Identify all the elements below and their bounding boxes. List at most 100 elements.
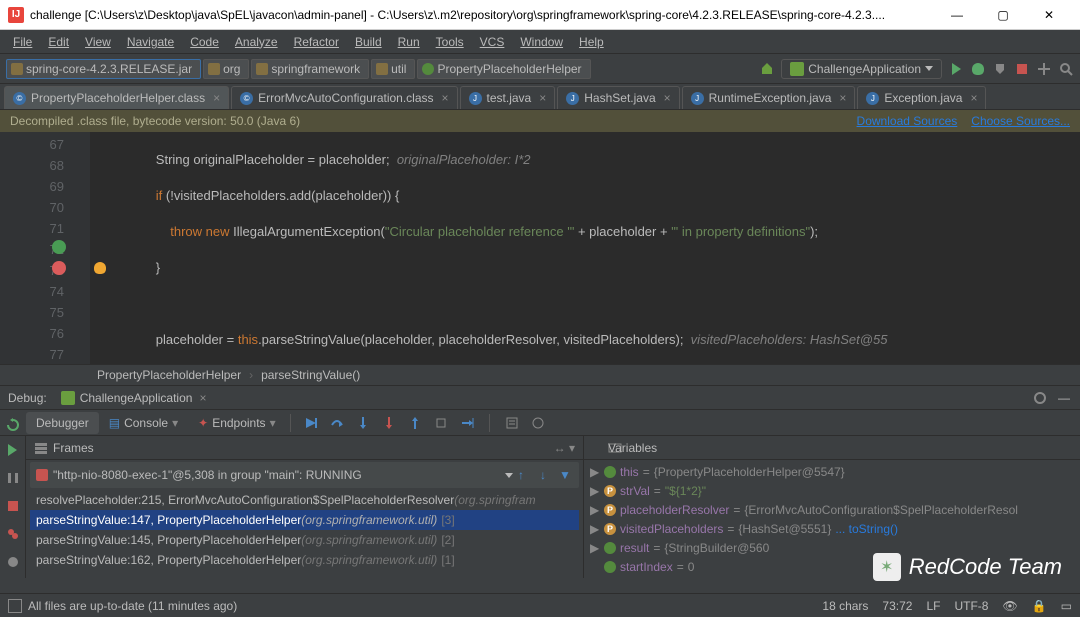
resume-mark-icon[interactable]: [52, 240, 66, 254]
inspect-icon[interactable]: 👁: [1002, 599, 1017, 613]
tab-test[interactable]: Jtest.java×: [460, 86, 556, 109]
debugger-tab[interactable]: Debugger: [26, 412, 99, 434]
view-breakpoints-icon[interactable]: [5, 526, 21, 542]
tab-exception[interactable]: JException.java×: [857, 86, 986, 109]
choose-sources-link[interactable]: Choose Sources...: [971, 114, 1070, 128]
step-into-icon[interactable]: [355, 415, 371, 431]
stack-frame[interactable]: parseStringValue:147, PropertyPlaceholde…: [30, 510, 579, 530]
run-config-select[interactable]: ChallengeApplication: [781, 59, 942, 79]
crumb-class[interactable]: PropertyPlaceholderHelper: [417, 59, 590, 79]
prev-frame-icon[interactable]: ↑: [513, 467, 529, 483]
menu-edit[interactable]: Edit: [41, 33, 76, 51]
menu-navigate[interactable]: Navigate: [120, 33, 181, 51]
stack-frame[interactable]: parseStringValue:162, PropertyPlaceholde…: [30, 550, 579, 570]
git-icon[interactable]: [1036, 61, 1052, 77]
line-ending[interactable]: LF: [926, 599, 940, 613]
tab-close-icon[interactable]: ×: [539, 91, 546, 105]
main-menu: File Edit View Navigate Code Analyze Ref…: [0, 30, 1080, 54]
menu-refactor[interactable]: Refactor: [287, 33, 346, 51]
variable-row[interactable]: ▶PvisitedPlaceholders = {HashSet@5551} .…: [590, 519, 1074, 538]
step-over-icon[interactable]: [329, 415, 345, 431]
menu-file[interactable]: File: [6, 33, 39, 51]
endpoints-tab[interactable]: ✦Endpoints▾: [188, 412, 285, 434]
tab-errormvc[interactable]: ©ErrorMvcAutoConfiguration.class×: [231, 86, 457, 109]
intention-bulb-icon[interactable]: [94, 262, 106, 274]
minimize-panel-icon[interactable]: —: [1056, 390, 1072, 406]
minimize-button[interactable]: —: [934, 0, 980, 30]
coverage-button[interactable]: [992, 61, 1008, 77]
crumb-method[interactable]: parseStringValue(): [261, 368, 360, 382]
stop-icon[interactable]: [5, 498, 21, 514]
code-editor[interactable]: 67 68 69 70 71 72 73 74 75 76 77 String …: [0, 132, 1080, 364]
tab-runtimeexception[interactable]: JRuntimeException.java×: [682, 86, 856, 109]
gutter[interactable]: 67 68 69 70 71 72 73 74 75 76 77: [0, 132, 90, 364]
variable-row[interactable]: ▶PplaceholderResolver = {ErrorMvcAutoCon…: [590, 500, 1074, 519]
tab-close-icon[interactable]: ×: [442, 91, 449, 105]
tab-close-icon[interactable]: ×: [839, 91, 846, 105]
force-step-into-icon[interactable]: [381, 415, 397, 431]
crumb-pkg-util[interactable]: util: [371, 59, 415, 79]
frames-header: Frames ↔ ▾: [26, 436, 583, 460]
run-button[interactable]: [948, 61, 964, 77]
variable-row[interactable]: ▶PstrVal = "${1*2}": [590, 481, 1074, 500]
memory-icon[interactable]: ▭: [1061, 599, 1072, 613]
menu-window[interactable]: Window: [513, 33, 570, 51]
run-to-cursor-icon[interactable]: [459, 415, 475, 431]
crumb-class2[interactable]: PropertyPlaceholderHelper: [97, 368, 241, 382]
debug-session-tab[interactable]: ChallengeApplication ×: [55, 389, 213, 407]
menu-view[interactable]: View: [78, 33, 118, 51]
stack-frames-list[interactable]: resolvePlaceholder:215, ErrorMvcAutoConf…: [26, 490, 583, 578]
tab-propertyplaceholderhelper[interactable]: ©PropertyPlaceholderHelper.class×: [4, 86, 229, 109]
crumb-pkg-org[interactable]: org: [203, 59, 249, 79]
tab-hashset[interactable]: JHashSet.java×: [557, 86, 679, 109]
download-sources-link[interactable]: Download Sources: [857, 114, 958, 128]
step-out-icon[interactable]: [407, 415, 423, 431]
thread-selector[interactable]: "http-nio-8080-exec-1"@5,308 in group "m…: [30, 462, 579, 488]
menu-run[interactable]: Run: [391, 33, 427, 51]
maximize-button[interactable]: ▢: [980, 0, 1026, 30]
show-exec-point-icon[interactable]: [303, 415, 319, 431]
stop-button[interactable]: [1014, 61, 1030, 77]
mute-breakpoints-icon[interactable]: [5, 554, 21, 570]
variables-list[interactable]: ▶this = {PropertyPlaceholderHelper@5547}…: [584, 460, 1080, 578]
drop-frame-icon[interactable]: [433, 415, 449, 431]
resume-icon[interactable]: [5, 442, 21, 458]
menu-tools[interactable]: Tools: [429, 33, 471, 51]
close-button[interactable]: ✕: [1026, 0, 1072, 30]
debug-button[interactable]: [970, 61, 986, 77]
rerun-icon[interactable]: [5, 417, 21, 433]
variable-row[interactable]: startIndex = 0: [590, 557, 1074, 576]
code-area[interactable]: String originalPlaceholder = placeholder…: [90, 132, 1080, 364]
menu-vcs[interactable]: VCS: [473, 33, 512, 51]
evaluate-icon[interactable]: [504, 415, 520, 431]
menu-help[interactable]: Help: [572, 33, 611, 51]
menu-analyze[interactable]: Analyze: [228, 33, 285, 51]
next-frame-icon[interactable]: ↓: [535, 467, 551, 483]
search-icon[interactable]: [1058, 61, 1074, 77]
tab-close-icon[interactable]: ×: [664, 91, 671, 105]
close-icon[interactable]: ×: [199, 391, 206, 405]
settings-icon[interactable]: [1032, 390, 1048, 406]
debug-tabs: Debugger ▤Console▾ ✦Endpoints▾: [0, 410, 1080, 436]
crumb-jar[interactable]: spring-core-4.2.3.RELEASE.jar: [6, 59, 201, 79]
build-icon[interactable]: [759, 61, 775, 77]
variable-row[interactable]: ▶this = {PropertyPlaceholderHelper@5547}: [590, 462, 1074, 481]
trace-icon[interactable]: [530, 415, 546, 431]
status-icon[interactable]: [8, 599, 22, 613]
tab-close-icon[interactable]: ×: [213, 91, 220, 105]
console-tab[interactable]: ▤Console▾: [99, 412, 188, 434]
tab-close-icon[interactable]: ×: [970, 91, 977, 105]
stack-frame[interactable]: parseStringValue:145, PropertyPlaceholde…: [30, 530, 579, 550]
menu-code[interactable]: Code: [183, 33, 226, 51]
lock-icon[interactable]: 🔒: [1032, 599, 1047, 613]
menu-build[interactable]: Build: [348, 33, 389, 51]
caret-position[interactable]: 73:72: [882, 599, 912, 613]
filter-icon[interactable]: ▼: [557, 467, 573, 483]
file-encoding[interactable]: UTF-8: [954, 599, 988, 613]
crumb-pkg-sf[interactable]: springframework: [251, 59, 369, 79]
stack-frame[interactable]: resolvePlaceholder:215, ErrorMvcAutoConf…: [30, 490, 579, 510]
pause-icon[interactable]: [5, 470, 21, 486]
variable-row[interactable]: ▶result = {StringBuilder@560: [590, 538, 1074, 557]
panel-opts-icon[interactable]: ↔ ▾: [554, 441, 575, 455]
breakpoint-icon[interactable]: [52, 261, 66, 275]
